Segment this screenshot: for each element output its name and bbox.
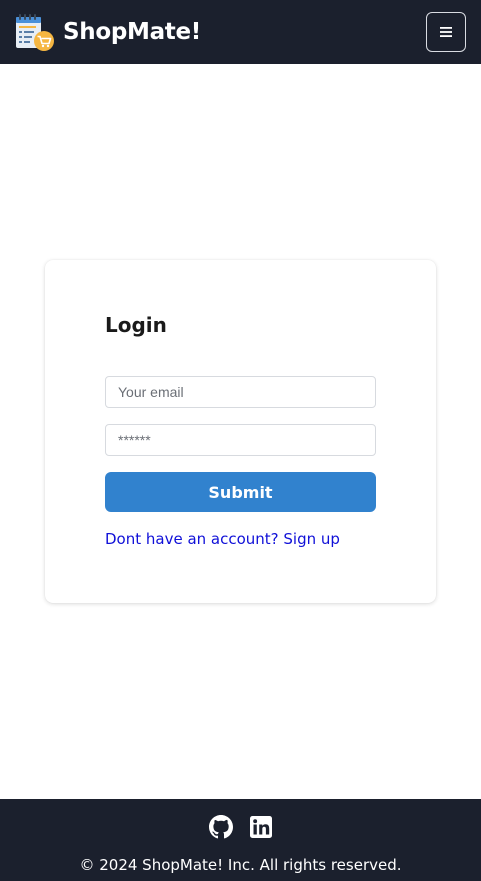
footer: © 2024 ShopMate! Inc. All rights reserve…: [0, 799, 481, 881]
social-links: [0, 815, 481, 839]
brand[interactable]: ShopMate!: [15, 12, 201, 52]
signup-link[interactable]: Dont have an account? Sign up: [105, 530, 340, 548]
hamburger-menu-icon: [440, 27, 452, 37]
login-card: Login Submit Dont have an account? Sign …: [45, 260, 436, 603]
github-icon: [208, 815, 233, 839]
brand-name: ShopMate!: [63, 19, 201, 45]
login-title: Login: [105, 313, 167, 337]
linkedin-icon: [249, 816, 272, 838]
shopping-list-cart-icon: [16, 14, 54, 51]
copyright-text: © 2024 ShopMate! Inc. All rights reserve…: [79, 856, 402, 874]
email-input[interactable]: [105, 376, 376, 408]
github-link[interactable]: [208, 815, 233, 839]
linkedin-link[interactable]: [249, 815, 273, 839]
submit-button[interactable]: Submit: [105, 472, 376, 512]
menu-toggle-button[interactable]: [426, 12, 466, 52]
password-input[interactable]: [105, 424, 376, 456]
top-navbar: ShopMate!: [0, 0, 481, 64]
